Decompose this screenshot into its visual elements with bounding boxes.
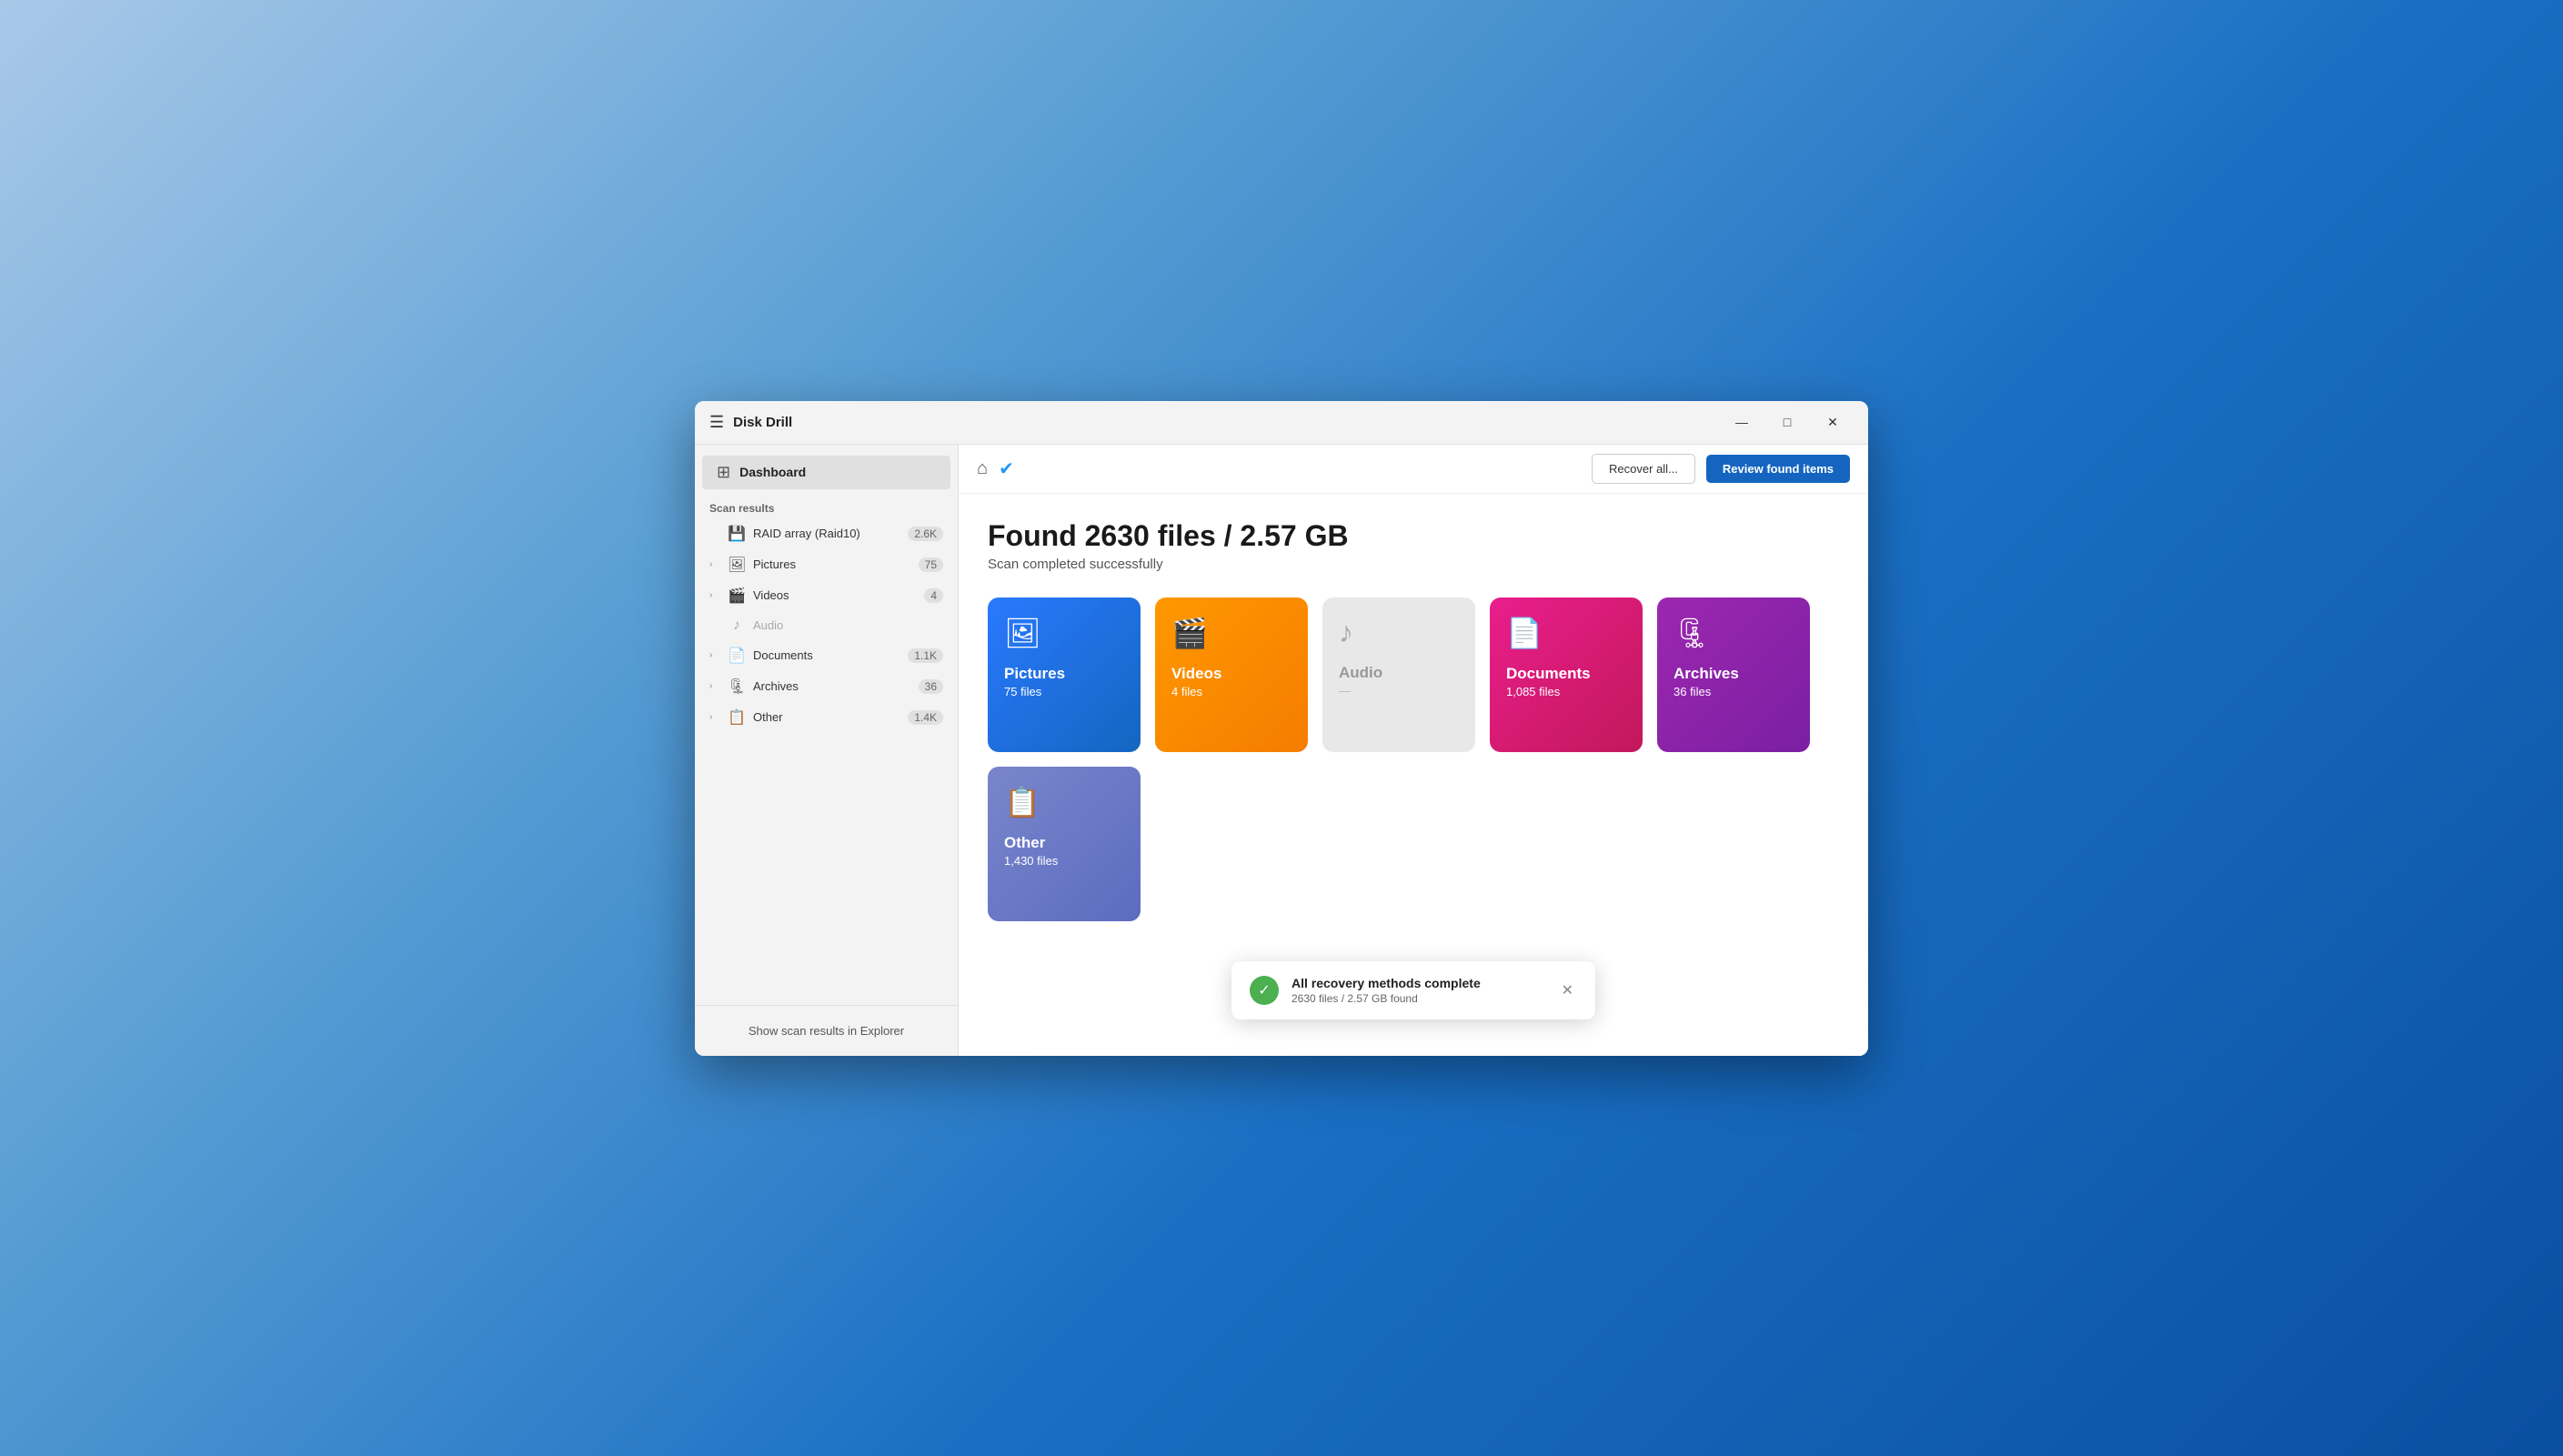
- review-found-items-button[interactable]: Review found items: [1706, 455, 1850, 483]
- content-area: ⌂ ✔ Recover all... Review found items Fo…: [959, 445, 1868, 1056]
- main-layout: ⊞ Dashboard Scan results 💾 RAID array (R…: [695, 445, 1868, 1056]
- close-button[interactable]: ✕: [1812, 407, 1854, 437]
- content-toolbar: ⌂ ✔ Recover all... Review found items: [959, 445, 1868, 494]
- maximize-button[interactable]: □: [1766, 407, 1808, 437]
- archives-card-icon: 🗜: [1673, 616, 1794, 650]
- pictures-card-name: Pictures: [1004, 665, 1124, 683]
- card-videos[interactable]: 🎬 Videos 4 files: [1155, 597, 1308, 752]
- window-controls: — □ ✕: [1721, 407, 1854, 437]
- app-window: ☰ Disk Drill — □ ✕ ⊞ Dashboard Scan resu…: [695, 401, 1868, 1056]
- chevron-icon: ›: [709, 681, 720, 691]
- chevron-icon: ›: [709, 650, 720, 660]
- card-documents[interactable]: 📄 Documents 1,085 files: [1490, 597, 1643, 752]
- pictures-count: 75: [919, 557, 943, 572]
- sidebar-item-videos[interactable]: › 🎬 Videos 4: [695, 580, 958, 611]
- app-title: Disk Drill: [733, 415, 792, 430]
- chevron-icon: ›: [709, 590, 720, 600]
- sidebar-item-archives[interactable]: › 🗜 Archives 36: [695, 671, 958, 702]
- documents-icon: 📄: [728, 647, 746, 665]
- audio-card-name: Audio: [1339, 664, 1459, 682]
- minimize-button[interactable]: —: [1721, 407, 1763, 437]
- raid-icon: 💾: [728, 525, 746, 543]
- sidebar-footer: Show scan results in Explorer: [695, 1005, 958, 1056]
- other-count: 1.4K: [908, 710, 943, 725]
- pictures-label: Pictures: [753, 557, 911, 571]
- recovery-toast: ✓ All recovery methods complete 2630 fil…: [1231, 961, 1595, 1019]
- pictures-icon: 🖼: [728, 556, 746, 574]
- sidebar-item-audio: ♪ Audio: [695, 611, 958, 640]
- documents-count: 1.1K: [908, 648, 943, 663]
- check-icon[interactable]: ✔: [999, 457, 1014, 480]
- card-pictures[interactable]: 🖼 Pictures 75 files: [988, 597, 1141, 752]
- toast-success-icon: ✓: [1250, 976, 1279, 1005]
- recover-all-button[interactable]: Recover all...: [1592, 454, 1695, 484]
- home-icon[interactable]: ⌂: [977, 458, 988, 479]
- sidebar-nav: ⊞ Dashboard Scan results 💾 RAID array (R…: [695, 445, 958, 1005]
- documents-label: Documents: [753, 648, 900, 662]
- sidebar-item-pictures[interactable]: › 🖼 Pictures 75: [695, 549, 958, 580]
- videos-icon: 🎬: [728, 587, 746, 605]
- toast-title: All recovery methods complete: [1292, 976, 1545, 990]
- documents-card-icon: 📄: [1506, 616, 1626, 650]
- card-audio[interactable]: ♪ Audio —: [1322, 597, 1475, 752]
- dashboard-icon: ⊞: [717, 463, 730, 482]
- pictures-card-count: 75 files: [1004, 685, 1124, 698]
- archives-card-name: Archives: [1673, 665, 1794, 683]
- toast-text: All recovery methods complete 2630 files…: [1292, 976, 1545, 1005]
- videos-card-count: 4 files: [1171, 685, 1292, 698]
- videos-count: 4: [924, 588, 943, 603]
- cards-grid: 🖼 Pictures 75 files 🎬 Videos 4 files ♪ A…: [988, 597, 1839, 921]
- content-body: Found 2630 files / 2.57 GB Scan complete…: [959, 494, 1868, 1056]
- dashboard-label: Dashboard: [739, 465, 806, 479]
- sidebar-item-raid[interactable]: 💾 RAID array (Raid10) 2.6K: [695, 518, 958, 549]
- archives-icon: 🗜: [728, 678, 746, 696]
- sidebar-item-other[interactable]: › 📋 Other 1.4K: [695, 702, 958, 733]
- scan-status: Scan completed successfully: [988, 557, 1839, 572]
- toast-close-button[interactable]: ✕: [1558, 978, 1577, 1003]
- scan-results-label: Scan results: [695, 493, 958, 518]
- sidebar-item-dashboard[interactable]: ⊞ Dashboard: [702, 456, 950, 489]
- card-other[interactable]: 📋 Other 1,430 files: [988, 767, 1141, 921]
- titlebar: ☰ Disk Drill — □ ✕: [695, 401, 1868, 445]
- other-card-count: 1,430 files: [1004, 854, 1124, 868]
- other-icon: 📋: [728, 708, 746, 727]
- other-card-name: Other: [1004, 834, 1124, 852]
- audio-card-count: —: [1339, 684, 1459, 698]
- toast-subtitle: 2630 files / 2.57 GB found: [1292, 992, 1545, 1005]
- audio-icon: ♪: [728, 618, 746, 634]
- other-card-icon: 📋: [1004, 785, 1124, 819]
- archives-label: Archives: [753, 679, 911, 693]
- sidebar-item-documents[interactable]: › 📄 Documents 1.1K: [695, 640, 958, 671]
- documents-card-name: Documents: [1506, 665, 1626, 683]
- chevron-icon: ›: [709, 559, 720, 569]
- sidebar: ⊞ Dashboard Scan results 💾 RAID array (R…: [695, 445, 959, 1056]
- chevron-icon: ›: [709, 712, 720, 722]
- documents-card-count: 1,085 files: [1506, 685, 1626, 698]
- audio-card-icon: ♪: [1339, 616, 1459, 649]
- archives-card-count: 36 files: [1673, 685, 1794, 698]
- videos-card-name: Videos: [1171, 665, 1292, 683]
- found-title: Found 2630 files / 2.57 GB: [988, 519, 1839, 553]
- other-label: Other: [753, 710, 900, 724]
- raid-label: RAID array (Raid10): [753, 527, 900, 540]
- videos-card-icon: 🎬: [1171, 616, 1292, 650]
- show-in-explorer-button[interactable]: Show scan results in Explorer: [709, 1017, 943, 1045]
- pictures-card-icon: 🖼: [1004, 616, 1124, 650]
- raid-count: 2.6K: [908, 527, 943, 541]
- menu-icon[interactable]: ☰: [709, 413, 724, 432]
- audio-label: Audio: [753, 618, 943, 632]
- card-archives[interactable]: 🗜 Archives 36 files: [1657, 597, 1810, 752]
- videos-label: Videos: [753, 588, 917, 602]
- archives-count: 36: [919, 679, 943, 694]
